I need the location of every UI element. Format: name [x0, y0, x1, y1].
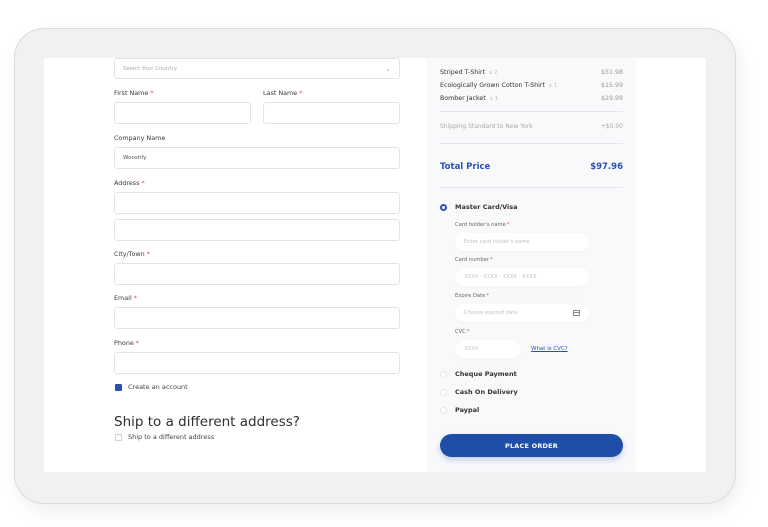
cvc-label: CVC* — [455, 329, 470, 335]
payment-radio-paypal[interactable] — [440, 407, 447, 414]
order-summary-panel: Striped T-Shirt x 2 $51.98 Ecologically G… — [427, 58, 636, 472]
order-item: Ecologically Grown Cotton T-Shirt x 1 — [440, 82, 558, 89]
create-account-checkbox[interactable] — [115, 384, 122, 391]
ship-different-title: Ship to a different address? — [114, 414, 300, 430]
what-is-cvc-link[interactable]: What is CVC? — [531, 346, 568, 352]
last-name-label: Last Name * — [263, 89, 303, 97]
card-number-label: Card number* — [455, 257, 493, 263]
shipping-price: +$0.00 — [600, 123, 623, 130]
phone-label: Phone * — [114, 339, 139, 347]
total-price-value: $97.96 — [590, 162, 623, 172]
company-name-label: Company Name — [114, 134, 166, 142]
card-holder-input[interactable]: Enter card holder's name — [455, 233, 589, 251]
order-item: Bomber Jacket x 1 — [440, 95, 499, 102]
address-line-2-input[interactable] — [114, 219, 400, 241]
expire-date-placeholder: Choose expired date — [464, 310, 518, 316]
payment-label-paypal: Paypal — [455, 406, 480, 414]
address-label: Address * — [114, 179, 145, 187]
email-input[interactable] — [114, 307, 400, 329]
ship-different-label: Ship to a different address — [128, 433, 215, 441]
order-item: Striped T-Shirt x 2 — [440, 69, 498, 76]
expire-date-input[interactable]: Choose expired date — [455, 304, 589, 322]
calendar-icon[interactable] — [573, 310, 580, 316]
cvc-input[interactable]: XXXX — [455, 340, 521, 358]
country-select-placeholder: Select Your Country — [123, 65, 178, 72]
divider — [440, 143, 623, 144]
payment-label-cheque: Cheque Payment — [455, 370, 517, 378]
address-line-1-input[interactable] — [114, 192, 400, 214]
email-label: Email * — [114, 294, 137, 302]
order-item-price: $29.99 — [600, 95, 623, 102]
city-label: City/Town * — [114, 250, 150, 258]
first-name-label: First Name * — [114, 89, 154, 97]
card-holder-placeholder: Enter card holder's name — [464, 239, 530, 245]
city-input[interactable] — [114, 263, 400, 285]
last-name-input[interactable] — [263, 102, 400, 124]
shipping-method-label: Shipping Standard to New York — [440, 123, 533, 130]
ship-different-checkbox[interactable] — [115, 434, 122, 441]
company-name-input[interactable]: Woostify — [114, 147, 400, 169]
divider — [440, 111, 623, 112]
payment-radio-card[interactable] — [440, 204, 447, 211]
payment-radio-cod[interactable] — [440, 389, 447, 396]
card-number-input[interactable]: XXXX - XXXX - XXXX - XXXX — [455, 268, 589, 286]
create-account-label: Create an account — [128, 383, 188, 391]
expire-date-label: Expire Date* — [455, 293, 489, 299]
chevron-down-icon: ⌄ — [385, 64, 391, 73]
billing-form: Select Your Country ⌄ First Name * Last N… — [44, 58, 427, 472]
payment-label-card: Master Card/Visa — [455, 203, 518, 211]
total-price-label: Total Price — [440, 162, 491, 172]
divider — [440, 187, 623, 188]
order-item-price: $15.99 — [600, 82, 623, 89]
place-order-button[interactable]: PLACE ORDER — [440, 434, 623, 457]
company-name-value: Woostify — [123, 155, 147, 161]
checkout-screen: Select Your Country ⌄ First Name * Last N… — [44, 58, 706, 472]
card-number-placeholder: XXXX - XXXX - XXXX - XXXX — [464, 274, 537, 280]
first-name-input[interactable] — [114, 102, 251, 124]
card-holder-label: Card holder's name* — [455, 222, 510, 228]
payment-radio-cheque[interactable] — [440, 371, 447, 378]
country-select[interactable]: Select Your Country ⌄ — [114, 58, 400, 79]
cvc-placeholder: XXXX — [464, 346, 479, 352]
order-item-price: $51.98 — [600, 69, 623, 76]
payment-label-cod: Cash On Delivery — [455, 388, 518, 396]
phone-input[interactable] — [114, 352, 400, 374]
